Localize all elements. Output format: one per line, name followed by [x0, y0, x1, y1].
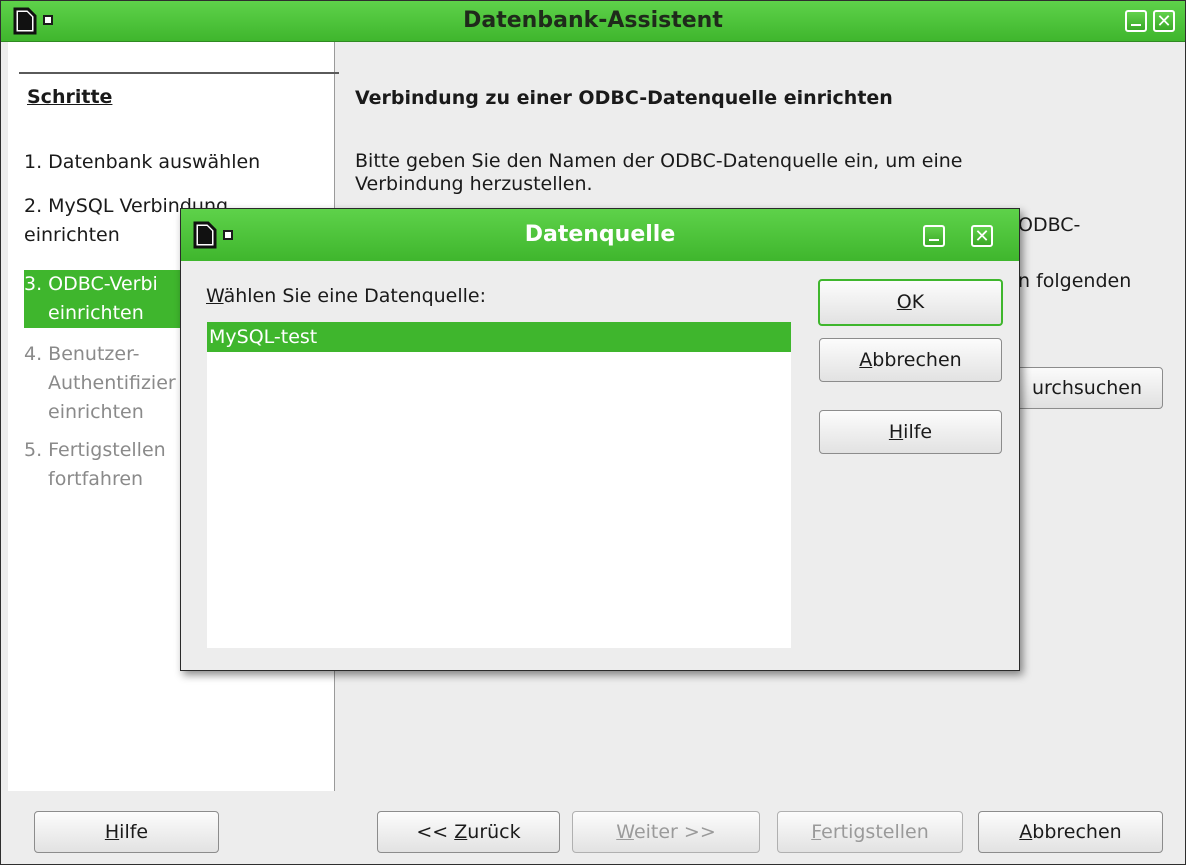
sidebar-divider	[19, 72, 339, 74]
close-button[interactable]: ✕	[1153, 10, 1175, 32]
finish-button[interactable]: Fertigstellen	[777, 811, 963, 853]
wizard-button-bar: Hilfe << Zurück Weiter >> Fertigstellen …	[1, 791, 1185, 864]
page-heading: Verbindung zu einer ODBC-Datenquelle ein…	[355, 87, 893, 109]
back-label: urück	[467, 821, 521, 843]
ok-accel: O	[896, 291, 912, 313]
dialog-title: Datenquelle	[524, 222, 676, 247]
label-accel: W	[206, 285, 224, 307]
dialog-minimize-button[interactable]	[923, 225, 945, 247]
sidebar-heading: Schritte	[27, 86, 113, 108]
back-button[interactable]: << Zurück	[377, 811, 560, 853]
dialog-cancel-button[interactable]: Abbrechen	[819, 338, 1002, 382]
help-accel: H	[104, 821, 120, 843]
dialog-titlebar[interactable]: Datenquelle ✕	[181, 209, 1019, 261]
dialog-help-button[interactable]: Hilfe	[819, 410, 1002, 454]
cancel-accel: A	[1019, 821, 1033, 843]
help-label: ilfe	[119, 821, 149, 843]
label-text: ählen Sie eine Datenquelle:	[223, 285, 487, 307]
next-button[interactable]: Weiter >>	[572, 811, 760, 853]
cancel-accel: A	[859, 349, 873, 371]
next-accel: W	[616, 821, 634, 843]
datasource-label: Wählen Sie eine Datenquelle:	[206, 285, 486, 307]
cancel-label: bbrechen	[1032, 821, 1122, 843]
datasource-dialog: Datenquelle ✕ Wählen Sie eine Datenquell…	[180, 208, 1020, 671]
ok-button[interactable]: OK	[818, 279, 1003, 326]
obscured-text-fragment: ODBC-	[1018, 214, 1081, 236]
finish-label: ertigstellen	[821, 821, 929, 843]
step-label: 1. Datenbank auswählen	[24, 151, 261, 173]
back-accel: Z	[454, 821, 468, 843]
help-button[interactable]: Hilfe	[34, 811, 219, 853]
datasource-list[interactable]: MySQL-test	[207, 322, 791, 648]
minimize-button[interactable]	[1125, 10, 1147, 32]
obscured-text-fragment: n folgenden	[1018, 270, 1132, 292]
back-prefix: <<	[416, 821, 455, 843]
help-accel: H	[888, 421, 904, 443]
dialog-close-button[interactable]: ✕	[971, 225, 993, 247]
ok-label: K	[911, 291, 925, 313]
finish-accel: F	[811, 821, 822, 843]
window-title: Datenbank-Assistent	[463, 8, 723, 33]
cancel-label: bbrechen	[872, 349, 962, 371]
next-label: eiter >>	[633, 821, 716, 843]
instruction-text-cont: Verbindung herzustellen.	[355, 173, 593, 195]
window-titlebar[interactable]: Datenbank-Assistent ✕	[1, 1, 1185, 42]
help-label: ilfe	[903, 421, 933, 443]
list-item[interactable]: MySQL-test	[207, 322, 791, 352]
instruction-text: Bitte geben Sie den Namen der ODBC-Daten…	[355, 150, 963, 172]
step-1-select-database[interactable]: 1. Datenbank auswählen	[24, 148, 324, 177]
cancel-button[interactable]: Abbrechen	[978, 811, 1163, 853]
